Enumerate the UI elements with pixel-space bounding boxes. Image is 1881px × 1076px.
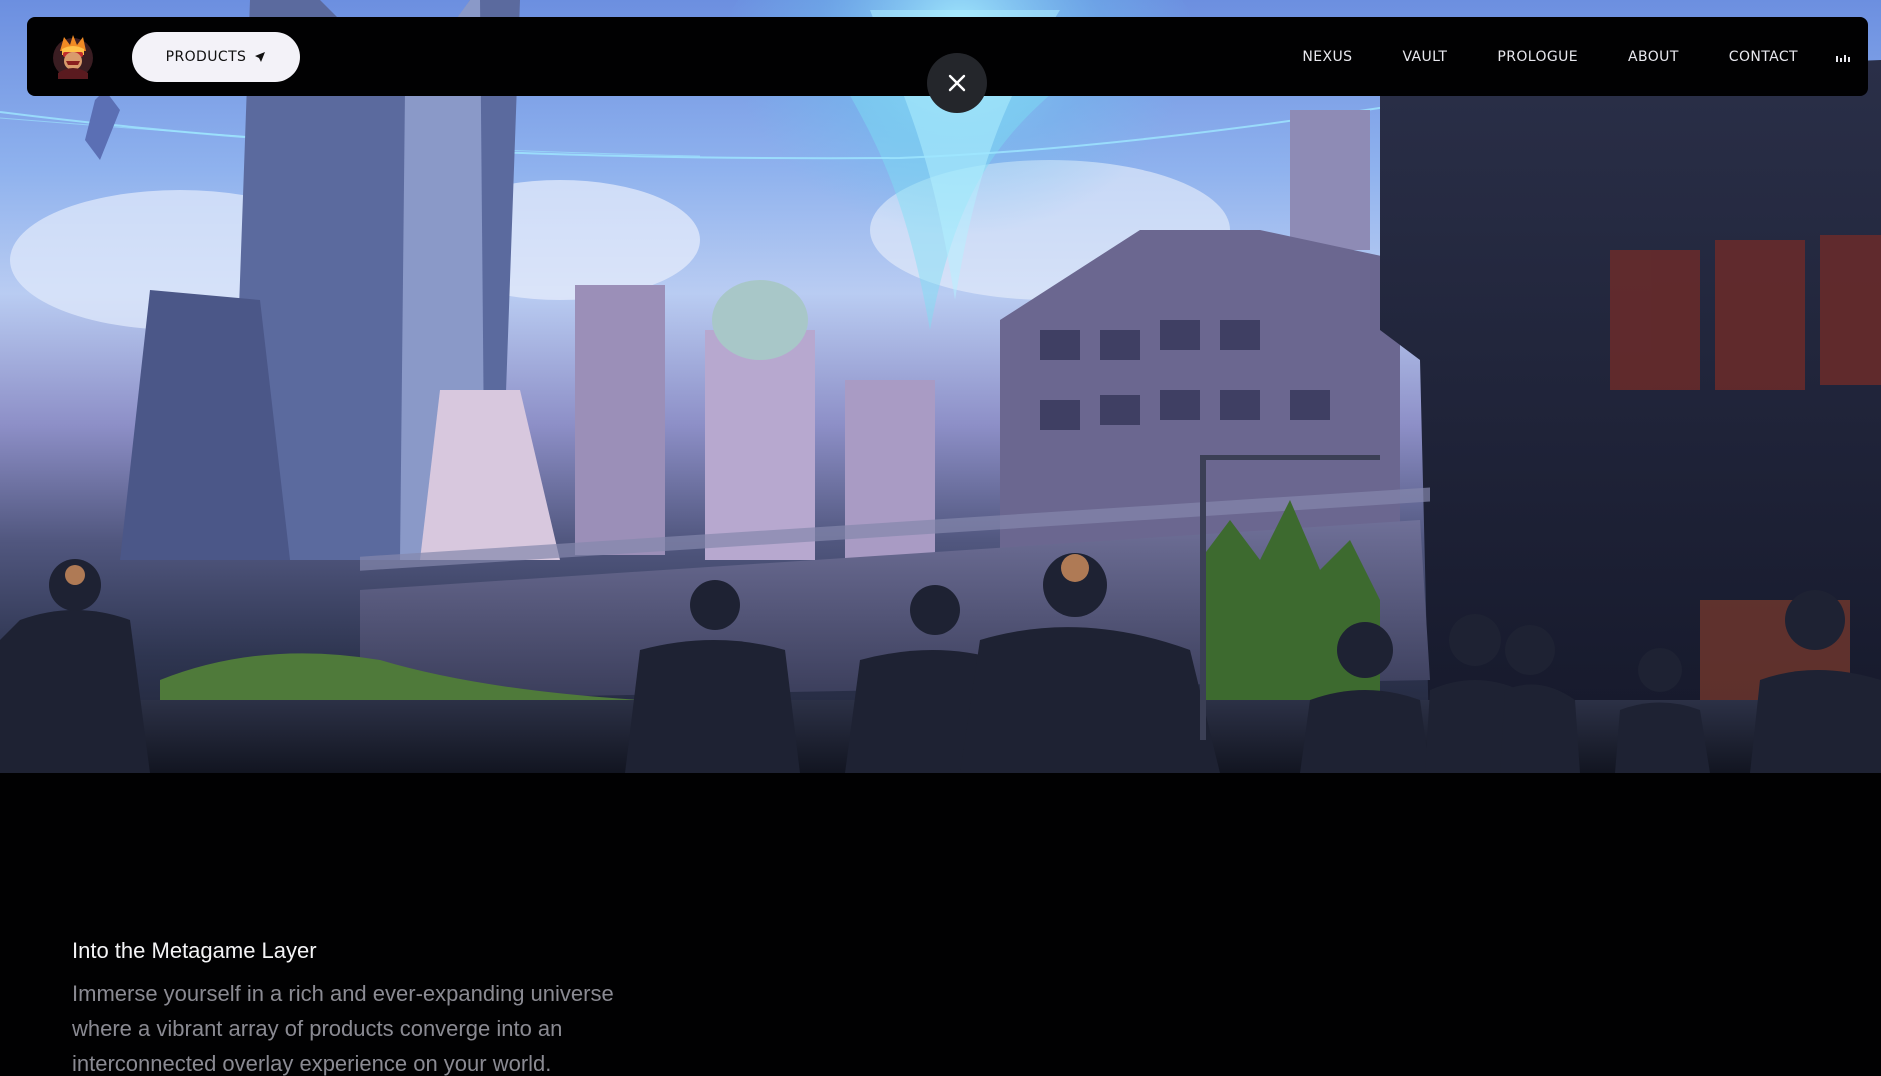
- body-line: Immerse yourself in a rich and ever-expa…: [72, 981, 614, 1006]
- nav-links: NEXUS VAULT PROLOGUE ABOUT CONTACT: [1302, 17, 1798, 96]
- body-line: interconnected overlay experience on you…: [72, 1051, 552, 1076]
- nav-link-vault[interactable]: VAULT: [1402, 49, 1447, 65]
- hero-image: [0, 0, 1881, 773]
- send-arrow-icon: [254, 51, 266, 63]
- nav-link-contact[interactable]: CONTACT: [1729, 49, 1798, 65]
- page: PRODUCTS NEXUS VAULT PROLOGUE ABOUT CONT…: [0, 0, 1881, 1076]
- nav-link-nexus[interactable]: NEXUS: [1302, 49, 1352, 65]
- close-button[interactable]: [927, 53, 987, 113]
- nav-link-about[interactable]: ABOUT: [1628, 49, 1679, 65]
- hero-illustration: [0, 0, 1881, 773]
- nav-link-prologue[interactable]: PROLOGUE: [1497, 49, 1578, 65]
- brand-logo[interactable]: [50, 33, 96, 79]
- close-icon: [948, 74, 966, 92]
- mascot-logo-icon: [53, 35, 93, 79]
- section-body: Immerse yourself in a rich and ever-expa…: [72, 976, 692, 1076]
- intro-section: Into the Metagame Layer Immerse yourself…: [72, 934, 692, 1076]
- audio-bars-icon[interactable]: [1836, 50, 1850, 62]
- section-heading: Into the Metagame Layer: [72, 938, 317, 963]
- products-button-label: PRODUCTS: [165, 49, 247, 65]
- body-line: where a vibrant array of products conver…: [72, 1016, 563, 1041]
- products-button[interactable]: PRODUCTS: [132, 32, 300, 82]
